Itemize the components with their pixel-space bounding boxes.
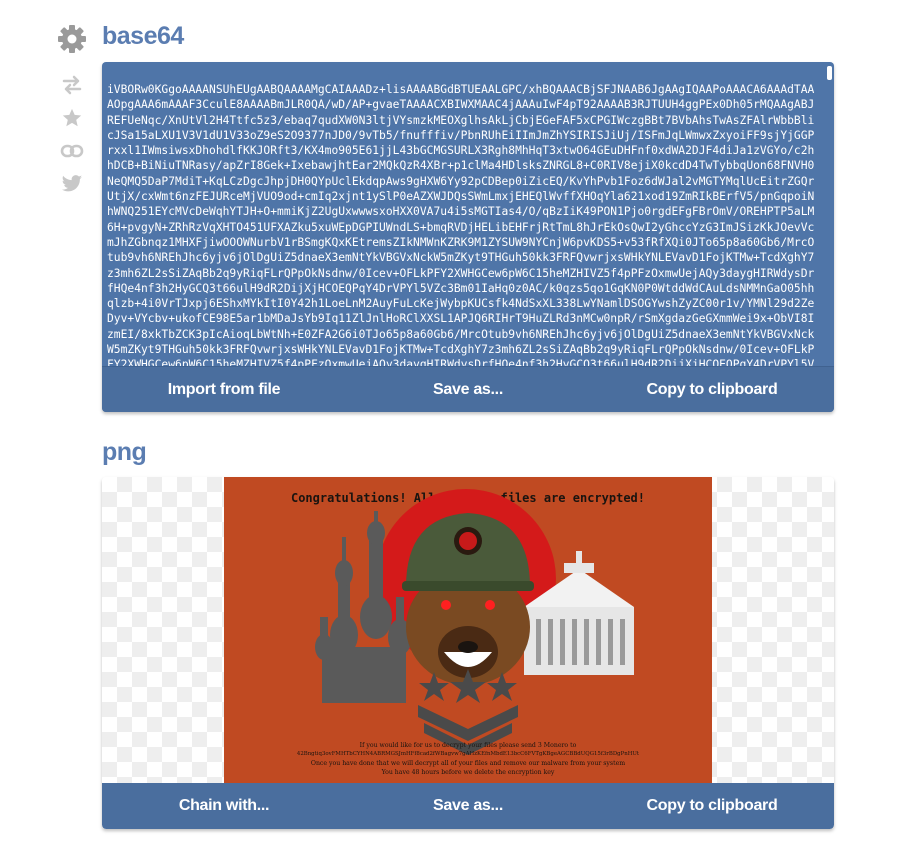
swap-icon[interactable]: [56, 74, 88, 96]
copy-to-clipboard-button[interactable]: Copy to clipboard: [590, 783, 834, 829]
ransom-note-line: If you would like for us to decrypt your…: [359, 742, 577, 749]
base64-panel: iVBORw0KGgoAAAANSUhEUgAABQAAAAMgCAIAAADz…: [102, 62, 834, 412]
copy-to-clipboard-button[interactable]: Copy to clipboard: [590, 367, 834, 412]
png-panel: Congratulations! All of your files are e…: [102, 477, 834, 829]
ransom-note-line: Once you have done that we will decrypt …: [310, 760, 626, 767]
base64-button-bar: Import from file Save as... Copy to clip…: [102, 366, 834, 412]
chain-with-button[interactable]: Chain with...: [102, 783, 346, 829]
twitter-icon[interactable]: [56, 172, 88, 196]
section-title-base64: base64: [102, 22, 184, 50]
image-artwork: [315, 489, 634, 755]
png-button-bar: Chain with... Save as... Copy to clipboa…: [102, 783, 834, 829]
save-as-button[interactable]: Save as...: [346, 783, 590, 829]
section-title-png: png: [102, 438, 147, 466]
import-from-file-button[interactable]: Import from file: [102, 367, 346, 412]
gear-icon[interactable]: [56, 22, 88, 56]
base64-textarea[interactable]: iVBORw0KGgoAAAANSUhEUgAABQAAAAMgCAIAAADz…: [102, 62, 826, 366]
save-as-button[interactable]: Save as...: [346, 367, 590, 412]
scrollbar[interactable]: [826, 64, 832, 364]
ransom-note-line: 42Bngtiq3ovFMHTbCYHN4ABRMGSJmHFf8cad2fWB…: [296, 751, 640, 757]
scrollbar-thumb[interactable]: [827, 66, 832, 80]
ransom-note-line: You have 48 hours before we delete the e…: [381, 769, 555, 776]
decoded-image: Congratulations! All of your files are e…: [224, 477, 712, 783]
link-icon[interactable]: [56, 140, 88, 162]
star-icon[interactable]: [56, 106, 88, 130]
